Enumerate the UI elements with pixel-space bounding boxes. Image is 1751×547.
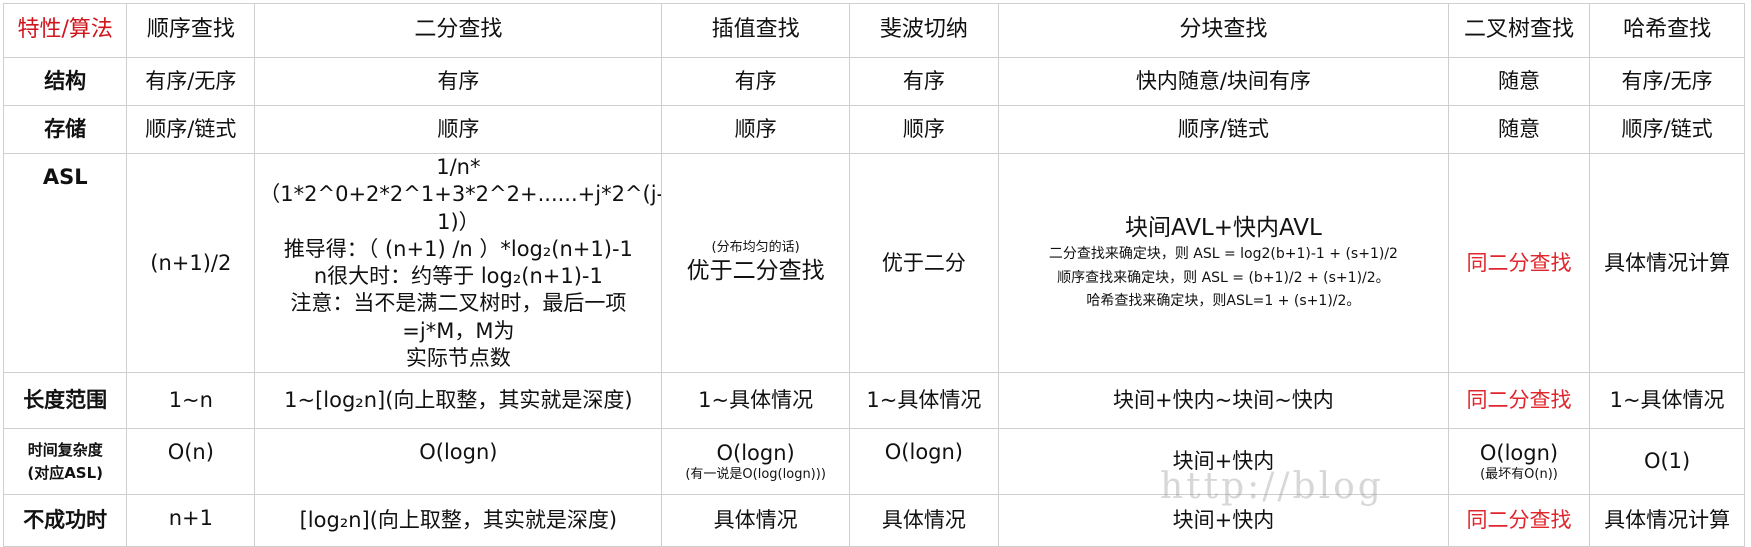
asl-binary-line: n很大时：约等于 log₂(n+1)-1	[313, 264, 603, 289]
time-binary-tree-value: O(logn)	[1479, 440, 1559, 465]
algo-header-fibonacci: 斐波切纳	[848, 3, 999, 58]
time-block: 块间+快内	[997, 428, 1449, 496]
length-range-row: 长度范围 1~n 1~[log₂n](向上取整，其实就是深度) 1~具体情况 1…	[2, 372, 1745, 430]
algo-header-binary-tree: 二叉树查找	[1447, 3, 1591, 58]
time-interpolation: O(logn) (有一说是O(log(logn)))	[661, 428, 850, 496]
row-label-storage: 存储	[2, 105, 128, 154]
asl-block: 块间AVL+快内AVL 二分查找来确定块，则 ASL = log2(b+1)-1…	[997, 152, 1449, 374]
asl-interpolation-value: 优于二分查找	[686, 257, 825, 284]
algo-header-interpolation: 插值查找	[661, 3, 850, 58]
length-fibonacci: 1~具体情况	[848, 372, 999, 430]
time-sequential: O(n)	[126, 428, 256, 496]
failure-interpolation: 具体情况	[661, 494, 850, 547]
storage-block: 顺序/链式	[997, 105, 1449, 154]
row-label-failure: 不成功时	[2, 494, 128, 547]
structure-hash: 有序/无序	[1589, 57, 1745, 106]
failure-hash: 具体情况计算	[1589, 494, 1745, 547]
length-block: 块间+快内~块间~快内	[997, 372, 1449, 430]
time-fibonacci: O(logn)	[848, 428, 999, 496]
storage-sequential: 顺序/链式	[126, 105, 256, 154]
asl-hash: 具体情况计算	[1589, 152, 1745, 374]
header-row: 特性/算法 顺序查找 二分查找 插值查找 斐波切纳 分块查找 二叉树查找 哈希查…	[2, 3, 1745, 58]
storage-hash: 顺序/链式	[1589, 105, 1745, 154]
storage-binary-tree: 随意	[1447, 105, 1591, 154]
asl-row: ASL (n+1)/2 1/n* （1*2^0+2*2^1+3*2^2+....…	[2, 152, 1745, 374]
asl-interpolation: (分布均匀的话) 优于二分查找	[661, 152, 850, 374]
failure-row: 不成功时 n+1 [log₂n](向上取整，其实就是深度) 具体情况 具体情况 …	[2, 494, 1745, 547]
asl-block-line: 哈希查找来确定块，则ASL=1 + (s+1)/2。	[1086, 292, 1361, 309]
asl-binary-line: 注意：当不是满二叉树时，最后一项=j*M，M为	[290, 291, 627, 343]
time-complexity-row: 时间复杂度 (对应ASL) O(n) O(logn) O(logn) (有一说是…	[2, 428, 1745, 496]
failure-sequential: n+1	[126, 494, 256, 547]
length-hash: 1~具体情况	[1589, 372, 1745, 430]
length-interpolation: 1~具体情况	[661, 372, 850, 430]
row-label-length-range: 长度范围	[2, 372, 128, 430]
asl-binary-line: 推导得：（ (n+1) /n ）*log₂(n+1)-1	[283, 236, 633, 261]
storage-row: 存储 顺序/链式 顺序 顺序 顺序 顺序/链式 随意 顺序/链式	[2, 105, 1745, 154]
asl-block-line: 顺序查找来确定块，则 ASL = (b+1)/2 + (s+1)/2。	[1057, 269, 1390, 286]
algo-header-binary: 二分查找	[254, 3, 663, 58]
row-label-asl: ASL	[2, 152, 128, 374]
corner-header: 特性/算法	[2, 3, 128, 58]
structure-block: 快内随意/块间有序	[997, 57, 1449, 106]
structure-binary: 有序	[254, 57, 663, 106]
structure-fibonacci: 有序	[848, 57, 999, 106]
time-interpolation-value: O(logn)	[716, 440, 795, 465]
structure-sequential: 有序/无序	[126, 57, 256, 106]
asl-sequential: (n+1)/2	[126, 152, 256, 374]
row-label-structure: 结构	[2, 57, 128, 106]
structure-row: 结构 有序/无序 有序 有序 有序 快内随意/块间有序 随意 有序/无序	[2, 57, 1745, 106]
search-algorithm-comparison-table: 特性/算法 顺序查找 二分查找 插值查找 斐波切纳 分块查找 二叉树查找 哈希查…	[2, 3, 1745, 547]
asl-block-title: 块间AVL+快内AVL	[1124, 214, 1322, 241]
failure-binary: [log₂n](向上取整，其实就是深度)	[254, 494, 663, 547]
algo-header-block: 分块查找	[997, 3, 1449, 58]
length-binary: 1~[log₂n](向上取整，其实就是深度)	[254, 372, 663, 430]
time-binary-tree-note: (最坏有O(n))	[1480, 467, 1558, 483]
asl-binary-line: 1/n* （1*2^0+2*2^1+3*2^2+......+j*2^(j-1)…	[259, 155, 662, 234]
failure-block: 块间+快内	[997, 494, 1449, 547]
time-binary: O(logn)	[254, 428, 663, 496]
storage-interpolation: 顺序	[661, 105, 850, 154]
structure-interpolation: 有序	[661, 57, 850, 106]
algo-header-sequential: 顺序查找	[126, 3, 256, 58]
asl-block-line: 二分查找来确定块，则 ASL = log2(b+1)-1 + (s+1)/2	[1048, 246, 1398, 263]
asl-binary-line: 实际节点数	[405, 346, 511, 371]
time-complexity-label: 时间复杂度	[27, 440, 103, 459]
failure-fibonacci: 具体情况	[848, 494, 999, 547]
structure-binary-tree: 随意	[1447, 57, 1591, 106]
algo-header-hash: 哈希查找	[1589, 3, 1745, 58]
asl-binary: 1/n* （1*2^0+2*2^1+3*2^2+......+j*2^(j-1)…	[254, 152, 663, 374]
time-hash: O(1)	[1589, 428, 1745, 496]
length-sequential: 1~n	[126, 372, 256, 430]
storage-fibonacci: 顺序	[848, 105, 999, 154]
asl-interpolation-note: (分布均匀的话)	[711, 239, 800, 255]
asl-binary-tree: 同二分查找	[1447, 152, 1591, 374]
storage-binary: 顺序	[254, 105, 663, 154]
row-label-time-complexity: 时间复杂度 (对应ASL)	[2, 428, 128, 496]
failure-binary-tree: 同二分查找	[1447, 494, 1591, 547]
time-binary-tree: O(logn) (最坏有O(n))	[1447, 428, 1591, 496]
time-complexity-sublabel: (对应ASL)	[27, 463, 104, 482]
time-interpolation-note: (有一说是O(log(logn)))	[685, 467, 826, 483]
length-binary-tree: 同二分查找	[1447, 372, 1591, 430]
asl-fibonacci: 优于二分	[848, 152, 999, 374]
